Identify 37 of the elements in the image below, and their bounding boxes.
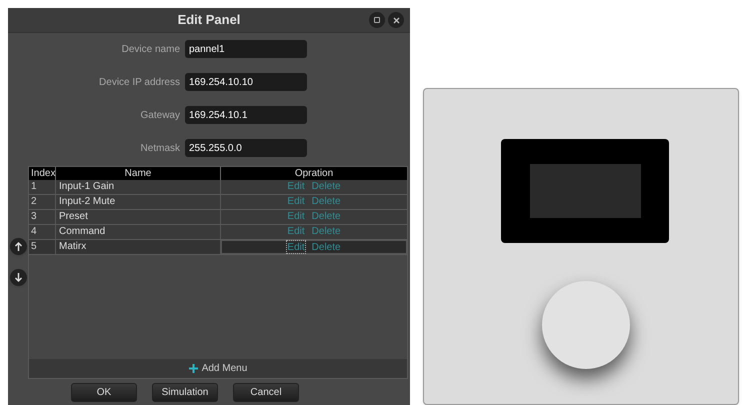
plus-icon	[188, 364, 198, 373]
rotary-knob[interactable]	[542, 281, 630, 369]
table-cell: Command	[56, 225, 221, 239]
down-arrow-icon	[14, 273, 22, 282]
close-button[interactable]	[388, 12, 404, 28]
window-icon	[374, 17, 380, 23]
field-label: Netmask	[140, 142, 181, 156]
table-cell: Input-1 Gain	[56, 180, 221, 194]
table-cell: 2	[29, 195, 56, 209]
add-menu-label: Add Menu	[202, 362, 248, 376]
move-up-button[interactable]	[10, 238, 26, 255]
delete-link[interactable]: Delete	[312, 241, 341, 253]
window-title: Edit Panel	[178, 11, 240, 30]
dialog-button[interactable]: Cancel	[233, 383, 299, 402]
up-arrow-icon	[14, 242, 22, 251]
dialog-button[interactable]: Simulation	[152, 383, 218, 402]
text-field[interactable]: 255.255.0.0	[185, 139, 307, 157]
text-field[interactable]: 169.254.10.1	[185, 106, 307, 124]
text-field[interactable]: 169.254.10.10	[185, 73, 307, 91]
table-cell: 1	[29, 180, 56, 194]
text-field[interactable]: pannel1	[185, 40, 307, 58]
add-menu-button[interactable]: Add Menu	[29, 359, 407, 378]
table-cell: 4	[29, 225, 56, 239]
dialog-button[interactable]: OK	[71, 383, 137, 402]
table-cell: 5	[29, 240, 56, 254]
table-row[interactable]: 5 Matirx Edit Delete	[29, 240, 407, 255]
close-icon	[392, 16, 400, 24]
column-header: Opration	[294, 167, 334, 180]
restore-button[interactable]	[369, 12, 385, 28]
table-cell: 3	[29, 210, 56, 224]
table-cell: Preset	[56, 210, 221, 224]
field-label: Device IP address	[98, 76, 181, 90]
table-cell: Input-2 Mute	[56, 195, 221, 209]
move-down-button[interactable]	[10, 269, 26, 286]
field-label: Device name	[120, 42, 181, 56]
edit-link[interactable]: Edit	[287, 241, 305, 253]
field-label: Gateway	[140, 108, 181, 122]
